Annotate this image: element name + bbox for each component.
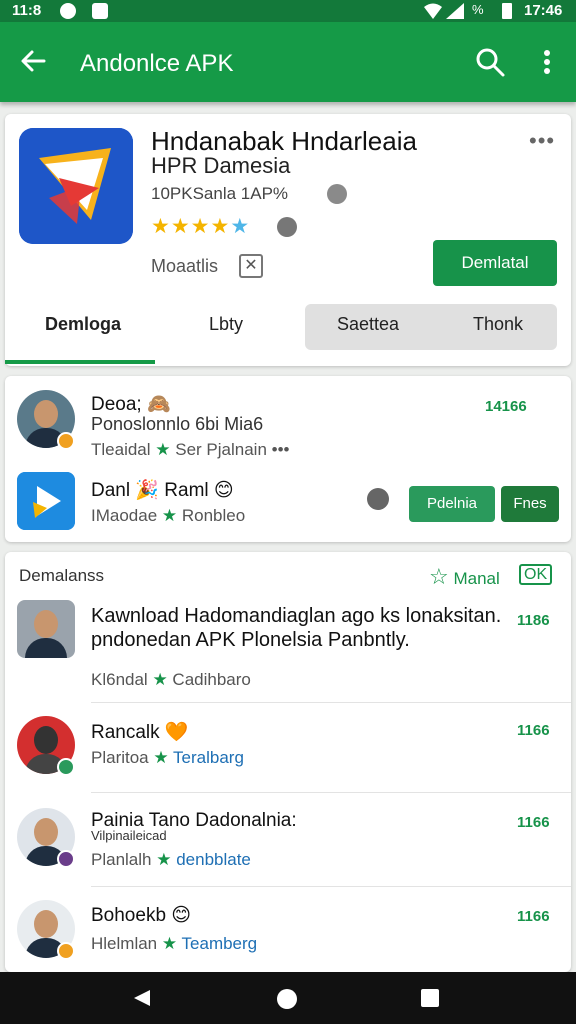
list-item[interactable]: Painia Tano Dadonalnia: Vilpinaileicad P…: [5, 794, 571, 886]
app-logo-icon: [19, 128, 133, 244]
meta-left: Planlalh: [91, 850, 152, 869]
tab-indicator: [5, 360, 155, 364]
item-name: Deoa; 🙈: [91, 394, 171, 415]
section-action-label: Manal: [453, 569, 500, 588]
star-icon: ★: [152, 670, 173, 689]
meta-left: IMaodae: [91, 506, 158, 525]
badge-icon: [57, 850, 75, 868]
cast-label: OK: [519, 564, 553, 585]
battery-icon: [502, 3, 512, 19]
app-bar: Andonlce APK: [0, 22, 576, 102]
item-subtitle: Vilpinaileicad: [91, 828, 167, 843]
wifi-icon: [424, 3, 442, 19]
mod-label: Moaatlis: [151, 256, 219, 276]
free-button[interactable]: Fnes: [501, 486, 559, 522]
install-button[interactable]: Pdelnia: [409, 486, 495, 522]
item-name: Bohoekb 😊: [91, 905, 192, 926]
app-play-icon: [17, 472, 75, 530]
item-meta: IMaodae ★ Ronbleo: [91, 506, 245, 526]
nav-back-icon[interactable]: [132, 988, 152, 1013]
item-name: Danl 🎉 Raml 😊: [91, 480, 234, 501]
settings-icon[interactable]: [367, 488, 389, 510]
meta-right: Cadihbaro: [172, 670, 251, 689]
more-icon: •••: [271, 440, 290, 459]
item-name: Rancalk 🧡: [91, 722, 189, 743]
list-item[interactable]: Kawnload Hadomandiaglan ago ks lonaksita…: [5, 592, 571, 702]
more-options-icon[interactable]: •••: [529, 128, 555, 154]
rating-stars: ★★★★★: [151, 215, 251, 238]
item-count: 1166: [517, 722, 550, 739]
item-meta: Kl6ndal ★ Cadihbaro: [91, 670, 251, 690]
list-item[interactable]: Bohoekb 😊 Hlelmlan ★ Teamberg 1166: [5, 888, 571, 972]
avatar: [17, 600, 75, 658]
tab-think[interactable]: Thonk: [473, 314, 523, 335]
tab-bar: Demloga Lbty Saettea Thonk: [5, 300, 571, 364]
list-item[interactable]: Deoa; 🙈 Ponoslonnlo 6bi Mia6 Tleaidal ★ …: [5, 376, 571, 462]
meta-right: Teamberg: [181, 934, 258, 953]
app-developer: 10PKSanla 1AP%: [151, 184, 289, 203]
item-count: 1166: [517, 814, 550, 831]
tab-download[interactable]: Demloga: [45, 314, 121, 335]
back-arrow-icon[interactable]: [18, 46, 48, 76]
divider: [91, 702, 571, 703]
close-icon[interactable]: ✕: [239, 254, 263, 278]
item-meta: Plaritoa ★ Teralbarg: [91, 748, 244, 768]
info-icon[interactable]: [327, 184, 347, 204]
app-header-card: Hndanabak Hndarleaia HPR Damesia 10PKSan…: [5, 114, 571, 366]
star-icon: ★: [155, 440, 176, 459]
star-icon: ★: [161, 934, 182, 953]
meta-left: Tleaidal: [91, 440, 151, 459]
section-title: Demalanss: [19, 566, 105, 585]
badge-icon: [57, 758, 75, 776]
featured-card: Deoa; 🙈 Ponoslonnlo 6bi Mia6 Tleaidal ★ …: [5, 376, 571, 542]
list-item[interactable]: Danl 🎉 Raml 😊 IMaodae ★ Ronbleo Pdelnia …: [5, 462, 571, 542]
badge-icon: [57, 942, 75, 960]
meta-right: denbblate: [176, 850, 251, 869]
star-icon: ★: [161, 506, 182, 525]
meta-right: Teralbarg: [173, 748, 244, 767]
app-title: Hndanabak Hndarleaia: [151, 126, 417, 156]
nav-home-icon[interactable]: [276, 988, 298, 1015]
nav-recents-icon[interactable]: [420, 988, 440, 1013]
search-icon[interactable]: [474, 46, 506, 78]
item-meta: Tleaidal ★ Ser Pjalnain •••: [91, 440, 290, 460]
status-bar: 11:8 % 17:46: [0, 0, 576, 22]
page-title: Andonlce APK: [80, 50, 234, 77]
app-notification-icon: [92, 3, 108, 19]
system-nav-bar: [0, 972, 576, 1024]
divider: [91, 792, 571, 793]
item-count: 14166: [485, 398, 527, 415]
section-action[interactable]: ☆ Manal: [429, 564, 500, 590]
meta-right: Ser Pjalnain: [175, 440, 267, 459]
badge-icon: [57, 432, 75, 450]
status-time-left: 11:8: [12, 2, 42, 19]
divider: [91, 886, 571, 887]
list-item[interactable]: Rancalk 🧡 Plaritoa ★ Teralbarg 1166: [5, 704, 571, 792]
meta-left: Kl6ndal: [91, 670, 148, 689]
item-count: 1186: [517, 612, 550, 629]
notification-icon: [60, 3, 76, 19]
app-subtitle: HPR Damesia: [151, 153, 291, 178]
item-description: Kawnload Hadomandiaglan ago ks lonaksita…: [91, 605, 502, 651]
item-count: 1166: [517, 908, 550, 925]
rating-info-icon[interactable]: [277, 217, 297, 237]
tab-library[interactable]: Lbty: [209, 314, 243, 335]
signal-icon: [446, 3, 464, 19]
item-meta: Hlelmlan ★ Teamberg: [91, 934, 257, 954]
tab-settings[interactable]: Saettea: [337, 314, 399, 335]
downloads-card: Demalanss ☆ Manal OK Kawnload Hadomandia…: [5, 552, 571, 972]
star-outline-icon: ☆: [429, 564, 449, 589]
star-icon: ★: [156, 850, 177, 869]
item-meta: Planlalh ★ denbblate: [91, 850, 251, 870]
meta-left: Plaritoa: [91, 748, 149, 767]
meta-left: Hlelmlan: [91, 934, 158, 953]
download-button[interactable]: Demlatal: [433, 240, 557, 286]
cast-icon[interactable]: OK: [519, 564, 553, 585]
status-time-right: 17:46: [524, 2, 563, 19]
star-icon: ★: [153, 748, 174, 767]
battery-percent: %: [472, 2, 484, 17]
meta-right: Ronbleo: [181, 506, 246, 525]
item-subtitle: Ponoslonnlo 6bi Mia6: [91, 414, 264, 434]
overflow-menu-icon[interactable]: [536, 46, 558, 78]
